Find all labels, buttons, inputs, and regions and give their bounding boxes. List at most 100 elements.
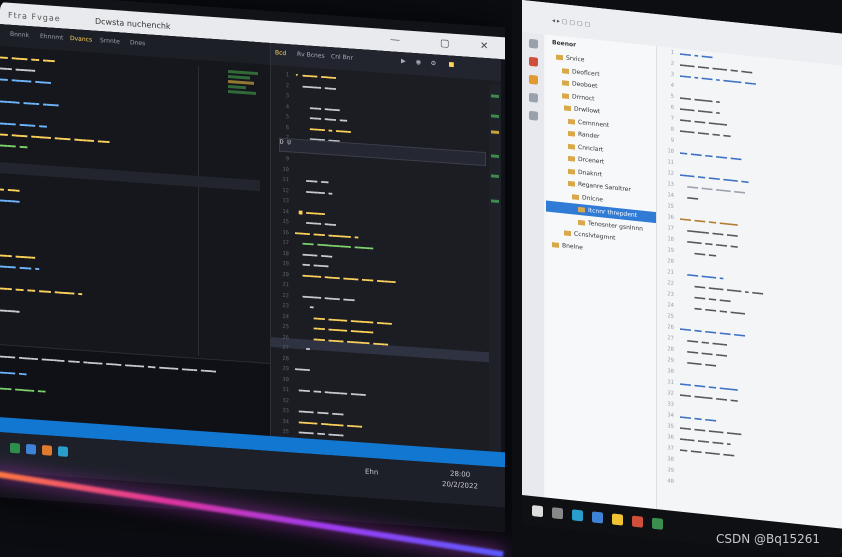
tray-label: Ehn: [365, 467, 379, 477]
start-icon[interactable]: [532, 505, 543, 518]
tab-5[interactable]: Dnes: [130, 39, 145, 47]
tree-item[interactable]: Reganre Saroltrer: [568, 180, 631, 194]
tree-item-label: Srvice: [566, 54, 585, 64]
gear-icon[interactable]: ⚙: [431, 58, 436, 67]
tree-item[interactable]: Ccnslvtegmnt: [564, 229, 616, 242]
store-icon[interactable]: [592, 511, 603, 524]
minimap[interactable]: [228, 68, 264, 131]
tree-item[interactable]: Rander: [568, 130, 599, 140]
tree-item-label: Tenosnter gsnlnnn: [588, 219, 643, 233]
tree-item[interactable]: Deoflcert: [562, 67, 600, 78]
tree-item-label: Drcenert: [578, 155, 605, 166]
tree-item[interactable]: Drwllowt: [564, 104, 600, 115]
app-icon-5[interactable]: [632, 515, 643, 528]
tree-item-label: Cnnclart: [578, 143, 604, 154]
tree-item-label: Ccnslvtegmnt: [574, 230, 616, 242]
tree-item[interactable]: Bnelne: [552, 241, 583, 251]
tree-item[interactable]: Cnnclart: [568, 142, 603, 153]
right-code-block: ▬▬▬ ▬ ▬▬▬ ▬▬▬▬ ▬▬▬ ▬▬▬▬ ▬▬ ▬▬▬ ▬▬▬ ▬ ▬▬▬…: [680, 50, 764, 460]
tree-item[interactable]: Cemnnent: [568, 117, 610, 129]
folder-icon[interactable]: [612, 513, 623, 526]
folder-icon: [562, 80, 569, 86]
tree-item-label: Dnlcne: [582, 193, 603, 204]
debug-icon[interactable]: ◉: [416, 57, 421, 66]
app-icon-1[interactable]: [10, 442, 20, 454]
tree-item-label: Drwllowt: [574, 105, 601, 116]
code-block: ▬▬ ▬▬▬▬ ▬▬ ▬▬▬ ▬▬▬ ▬▬▬▬▬ ▬▬ ▬▬▬▬▬ ▬▬▬▬ ▬…: [0, 52, 260, 370]
app-icon-3[interactable]: [42, 445, 52, 456]
close-icon[interactable]: ✕: [480, 41, 488, 53]
tab-3[interactable]: Dvancs: [70, 35, 92, 44]
clock-time: 28:00: [450, 469, 471, 479]
center-code-block: ▾ ▬▬▬▬ ▬▬▬▬ ▬▬▬▬▬ ▬▬▬ ▬▬▬ ▬▬▬▬ ▬▬▬ ▬▬▬ ▬…: [295, 71, 396, 450]
folder-icon: [568, 168, 575, 175]
tree-item-label: Rander: [578, 130, 600, 141]
folder-icon: [568, 143, 575, 150]
tree-item[interactable]: Drrnoct: [562, 92, 594, 102]
tree-item-label: Deoboet: [572, 80, 598, 90]
tree-item-label: Drrnoct: [572, 92, 595, 103]
tab-4[interactable]: Srnnte: [100, 37, 120, 45]
activity-bar: [522, 32, 544, 505]
debug-panel-icon[interactable]: [529, 92, 538, 103]
right-monitor: ◂ ▸ ▢ ▢ ▢ ▢ Beenor Srvice Deoflcert Deoboe…: [512, 0, 842, 557]
git-icon[interactable]: [529, 74, 538, 85]
edge-icon[interactable]: [572, 509, 583, 522]
maximize-icon[interactable]: ▢: [440, 38, 449, 50]
watermark: CSDN @Bq15261: [716, 532, 821, 546]
folder-icon: [578, 219, 585, 226]
right-screen: ◂ ▸ ▢ ▢ ▢ ▢ Beenor Srvice Deoflcert Deoboe…: [522, 0, 842, 557]
folder-icon: [564, 105, 571, 112]
center-editor-pane: Bcd Rv Bcnes Cnl Bnr ▶ ◉ ⚙ ■ 12345678910…: [270, 42, 501, 480]
tab-1[interactable]: Bnnnk: [10, 31, 29, 39]
tab-2[interactable]: Ehnnmt: [40, 33, 63, 42]
left-editor-pane: Bnnnk Ehnnmt Dvancs Srnnte Dnes ▬▬ ▬▬▬▬ …: [0, 22, 270, 449]
window-menu[interactable]: Ftra Fvgae: [8, 11, 61, 24]
folder-icon: [568, 180, 575, 187]
folder-icon: [578, 206, 585, 213]
center-tab-3[interactable]: Cnl Bnr: [331, 53, 353, 62]
taskview-icon[interactable]: [552, 507, 563, 520]
extensions-icon[interactable]: [529, 110, 538, 121]
search-icon[interactable]: [529, 56, 538, 67]
find-bar-text: D U: [280, 138, 291, 147]
center-tab-1[interactable]: Bcd: [275, 49, 286, 57]
window-title: Dcwsta nuchenchk: [95, 16, 171, 32]
tree-item[interactable]: Dnlcne: [572, 193, 603, 203]
photo-scene: Ftra Fvgae Dcwsta nuchenchk — ▢ ✕ Bnnnk …: [0, 0, 842, 557]
folder-icon: [556, 54, 563, 61]
branch-icon[interactable]: ■: [449, 59, 454, 68]
tree-root: Beenor: [552, 39, 577, 49]
tree-item[interactable]: Srvice: [556, 54, 584, 64]
folder-icon: [568, 118, 575, 125]
tree-item-label: Deoflcert: [572, 67, 600, 78]
tree-item-label: Bnelne: [562, 241, 583, 251]
tree-item-label: Cemnnent: [578, 118, 610, 129]
center-minimap[interactable]: [489, 84, 501, 476]
folder-icon: [568, 155, 575, 162]
folder-icon: [572, 193, 579, 200]
tree-item[interactable]: Drcenert: [568, 155, 604, 166]
folder-icon: [562, 92, 569, 99]
right-line-gutter: 1 2 3 4 5 6 7 8 9 10 11 12 13 14 15 16 17 18 19 20 21 22 23 24 2…: [667, 49, 674, 485]
folder-icon: [568, 130, 575, 137]
tree-item-label: Dnaknrt: [578, 168, 603, 178]
tree-item-label: Reganre Saroltrer: [578, 180, 631, 194]
project-tree: Beenor Srvice Deoflcert Deoboet Drrnoct Drwl…: [546, 34, 657, 517]
folder-icon: [552, 241, 559, 248]
tree-item[interactable]: Deoboet: [562, 79, 598, 90]
toolbar-icons[interactable]: ◂ ▸ ▢ ▢ ▢ ▢: [552, 17, 590, 28]
clock-date: 20/2/2022: [442, 480, 478, 491]
line-number-gutter: 1234567891011121314151617181920212223242…: [282, 72, 289, 456]
app-icon-2[interactable]: [26, 443, 36, 455]
play-icon[interactable]: ▶: [401, 56, 406, 65]
app-icon-6[interactable]: [652, 517, 663, 530]
left-monitor: Ftra Fvgae Dcwsta nuchenchk — ▢ ✕ Bnnnk …: [0, 0, 505, 533]
tree-item[interactable]: Dnaknrt: [568, 167, 602, 178]
app-icon-4[interactable]: [58, 446, 68, 457]
center-tab-2[interactable]: Rv Bcnes: [297, 51, 325, 60]
minimize-icon[interactable]: —: [390, 34, 400, 46]
folder-icon: [564, 230, 571, 237]
folder-icon: [562, 67, 569, 74]
explorer-icon[interactable]: [529, 38, 538, 49]
